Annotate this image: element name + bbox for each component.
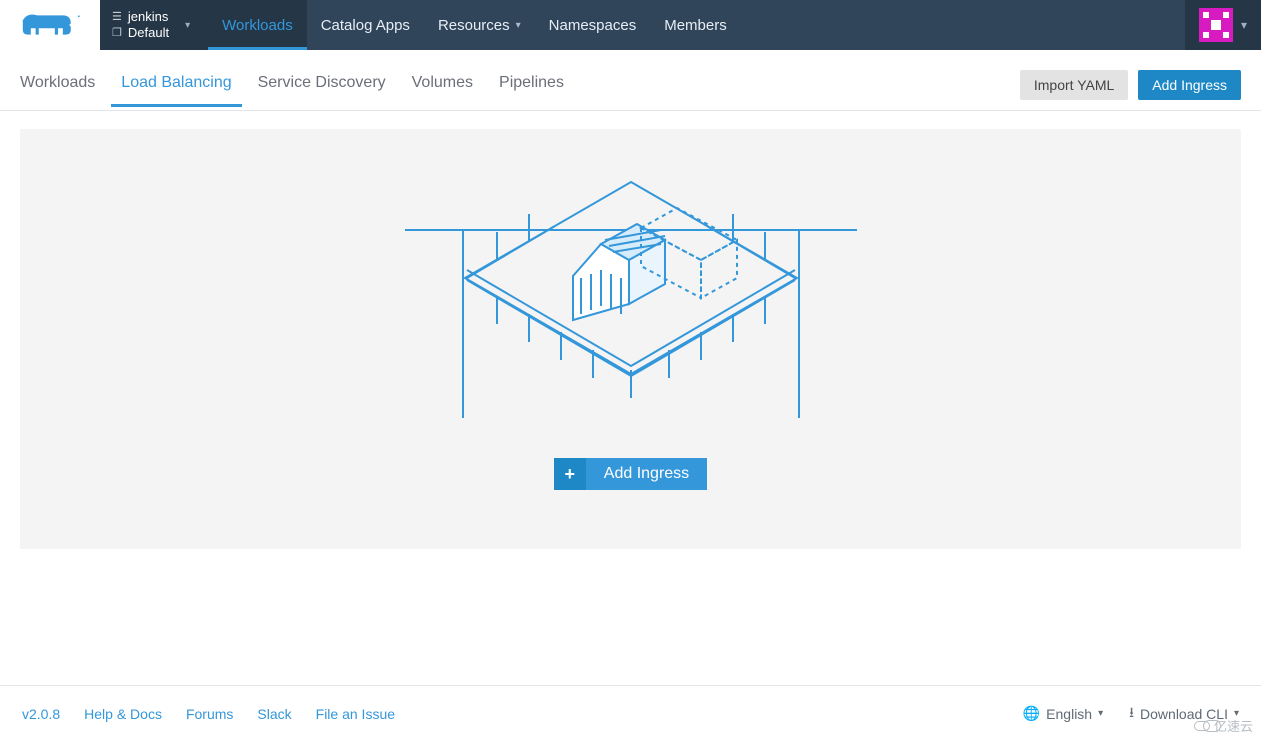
- nav-resources[interactable]: Resources▾: [424, 0, 535, 50]
- empty-state-panel: + Add Ingress: [20, 129, 1241, 549]
- avatar: [1199, 8, 1233, 42]
- chevron-down-icon: ▾: [1241, 18, 1247, 32]
- page-actions: Import YAML Add Ingress: [1020, 70, 1241, 110]
- tab-volumes[interactable]: Volumes: [412, 74, 473, 106]
- cow-logo-icon: [17, 9, 83, 41]
- chevron-down-icon: ▾: [516, 20, 521, 31]
- watermark: 亿速云: [1194, 716, 1253, 735]
- subnav: Workloads Load Balancing Service Discove…: [0, 50, 1261, 111]
- empty-state-illustration: [405, 178, 857, 418]
- tabs: Workloads Load Balancing Service Discove…: [20, 74, 564, 106]
- stack-icon: ☰: [112, 9, 122, 25]
- tab-load-balancing[interactable]: Load Balancing: [121, 74, 231, 106]
- user-menu[interactable]: ▾: [1185, 0, 1261, 50]
- footer-help[interactable]: Help & Docs: [84, 706, 162, 722]
- tab-pipelines[interactable]: Pipelines: [499, 74, 564, 106]
- top-header: ☰ jenkins ❐ Default ▾ Workloads Catalog Ap…: [0, 0, 1261, 50]
- chevron-down-icon: ▾: [1098, 708, 1103, 719]
- download-icon: ⭳: [1129, 702, 1134, 726]
- footer-file-issue[interactable]: File an Issue: [316, 706, 395, 722]
- footer-slack[interactable]: Slack: [257, 706, 291, 722]
- project-switcher[interactable]: ☰ jenkins ❐ Default ▾: [100, 0, 208, 50]
- globe-icon: 🌐: [1023, 705, 1040, 722]
- nav-members[interactable]: Members: [650, 0, 741, 50]
- nav-catalog-apps[interactable]: Catalog Apps: [307, 0, 424, 50]
- language-switcher[interactable]: 🌐 English ▾: [1023, 702, 1103, 726]
- nav-workloads[interactable]: Workloads: [208, 0, 307, 50]
- header-main: ☰ jenkins ❐ Default ▾ Workloads Catalog Ap…: [100, 0, 1261, 50]
- footer: v2.0.8 Help & Docs Forums Slack File an …: [0, 685, 1261, 741]
- import-yaml-button[interactable]: Import YAML: [1020, 70, 1128, 100]
- add-ingress-cta-label: Add Ingress: [586, 458, 707, 490]
- footer-left: v2.0.8 Help & Docs Forums Slack File an …: [22, 706, 395, 722]
- footer-version[interactable]: v2.0.8: [22, 706, 60, 722]
- tab-service-discovery[interactable]: Service Discovery: [258, 74, 386, 106]
- chevron-down-icon: ▾: [185, 20, 190, 31]
- cluster-name: jenkins: [128, 9, 168, 25]
- tab-workloads[interactable]: Workloads: [20, 74, 95, 106]
- plus-icon: +: [554, 458, 586, 490]
- project-name: Default: [128, 25, 169, 41]
- brand-logo[interactable]: [0, 0, 100, 50]
- nav-namespaces[interactable]: Namespaces: [535, 0, 651, 50]
- main-nav: Workloads Catalog Apps Resources▾ Namesp…: [208, 0, 741, 50]
- footer-forums[interactable]: Forums: [186, 706, 233, 722]
- add-ingress-cta[interactable]: + Add Ingress: [554, 458, 707, 490]
- folder-icon: ❐: [112, 25, 122, 41]
- content: + Add Ingress: [0, 111, 1261, 685]
- add-ingress-button[interactable]: Add Ingress: [1138, 70, 1241, 100]
